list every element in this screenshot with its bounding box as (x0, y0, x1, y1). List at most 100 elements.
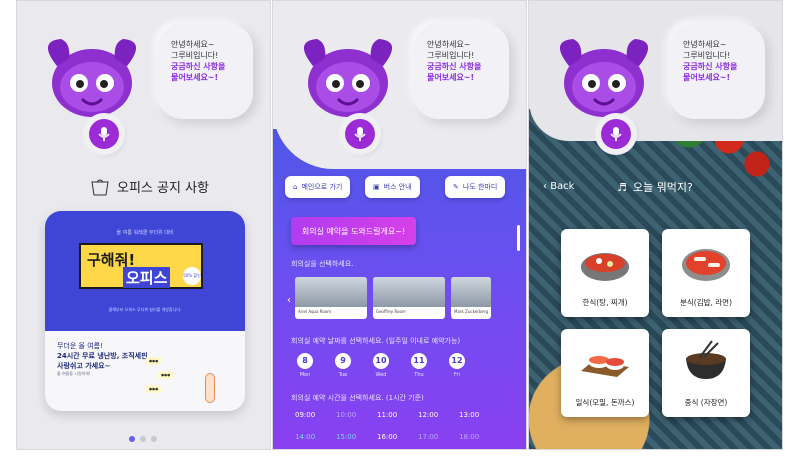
poster-chip: ●●● (157, 371, 175, 379)
day-option[interactable]: 12 Fri (449, 353, 465, 378)
day-picker: 8 Mon 9 Tue 10 Wed 11 Thu 12 Fri (297, 353, 465, 378)
poster-chip: ●●● (145, 357, 163, 365)
day-option[interactable]: 8 Mon (297, 353, 313, 378)
feedback-label: 나도 한마디 (462, 183, 498, 191)
stew-pot-icon (581, 253, 629, 281)
mic-button[interactable] (89, 119, 119, 149)
mic-button[interactable] (345, 119, 375, 149)
time-slot[interactable]: 09:00 (295, 411, 336, 419)
food-card-chinese[interactable]: 중식 (자장면) (662, 329, 750, 417)
poster-stamp: 50% 할인 (183, 267, 201, 285)
bus-info-button[interactable]: ▣ 버스 안내 (365, 176, 420, 198)
mic-icon (610, 127, 622, 141)
menu-question-text: 오늘 뭐먹지? (632, 181, 693, 194)
food-label: 중식 (자장면) (684, 398, 728, 407)
home-button[interactable]: ⌂ 메인으로 가기 (285, 176, 351, 198)
home-icon: ⌂ (293, 183, 298, 191)
time-slot[interactable]: 11:00 (377, 411, 418, 419)
notice-title: 오피스 공지 사항 (89, 177, 209, 196)
menu-question: ♬ 오늘 뭐먹지? (617, 179, 693, 195)
question-line: 물어보세요~! (427, 73, 475, 82)
room-card[interactable]: Ariel Aqua Room (295, 277, 367, 319)
bag-icon (91, 179, 109, 195)
chevron-left-icon[interactable]: ‹ (287, 295, 291, 306)
chevron-left-icon: ‹ (543, 181, 547, 192)
pager-dot[interactable] (140, 436, 146, 442)
room-name: Ariel Aqua Room (298, 309, 332, 314)
day-number: 9 (335, 353, 351, 369)
time-slot[interactable]: 16:00 (377, 433, 418, 441)
food-label: 한식(탕, 찌개) (582, 298, 628, 307)
mic-button[interactable] (601, 119, 631, 149)
groovy-mascot-icon (47, 39, 137, 117)
greeting-line: 안녕하세요~ (171, 40, 215, 49)
food-label: 일식(모밀, 돈까스) (575, 398, 635, 407)
pager-dot[interactable] (151, 436, 157, 442)
greeting-bubble: 안녕하세요~ 그루비입니다! 궁금하신 사항을 물어보세요~! (669, 23, 765, 119)
mic-icon (98, 127, 110, 141)
room-name: Geoffrey Room (376, 309, 406, 314)
meeting-room-cta[interactable]: 회의실 예약을 도와드릴게요~! (291, 217, 416, 245)
notice-poster[interactable]: 올 여름 워레클 무더위 대비 구해줘! 오피스 50% 할인 올해부터 오피스… (45, 211, 245, 411)
meeting-room-screen: 안녕하세요~ 그루비입니다! 궁금하신 사항을 물어보세요~! ⌂ 메인으로 가… (272, 0, 527, 450)
groovy-mascot-icon (303, 39, 393, 117)
time-slot[interactable]: 14:00 (295, 433, 336, 441)
carousel-pager (129, 436, 157, 442)
feedback-button[interactable]: ✎ 나도 한마디 (445, 176, 506, 198)
question-line: 물어보세요~! (683, 73, 731, 82)
food-card-korean[interactable]: 한식(탕, 찌개) (561, 229, 649, 317)
room-list: Ariel Aqua Room Geoffrey Room Mark Zucke… (295, 277, 491, 319)
groovy-mascot-icon (559, 39, 649, 117)
day-option[interactable]: 11 Thu (411, 353, 427, 378)
greeting-line: 그루비입니다! (171, 51, 219, 60)
room-card[interactable]: Mark Zuckerberg (451, 277, 491, 319)
time-slot[interactable]: 10:00 (336, 411, 377, 419)
food-card-snack[interactable]: 분식(김밥, 라면) (662, 229, 750, 317)
greeting-line: 그루비입니다! (683, 51, 731, 60)
notice-screen: 안녕하세요~ 그루비입니다! 궁금하신 사항을 물어보세요~! 오피스 공지 사… (16, 0, 271, 450)
time-slot[interactable]: 12:00 (418, 411, 459, 419)
greeting-line: 그루비입니다! (427, 51, 475, 60)
day-number: 10 (373, 353, 389, 369)
poster-small-text: 올 여름을 시원하게! (57, 371, 91, 376)
greeting-line: 안녕하세요~ (427, 40, 471, 49)
back-button[interactable]: ‹ Back (543, 181, 574, 192)
poster-body: 무더운 올 여름! 24시간 무료 냉난방, 조직세핀 사랑쉬고 가세요~ 올 … (57, 341, 148, 377)
greeting-bubble: 안녕하세요~ 그루비입니다! 궁금하신 사항을 물어보세요~! (413, 23, 509, 119)
menu-recommend-screen: 안녕하세요~ 그루비입니다! 궁금하신 사항을 물어보세요~! ‹ Back ♬… (528, 0, 783, 450)
bus-info-label: 버스 안내 (383, 183, 412, 191)
time-row: 09:00 10:00 11:00 12:00 13:00 (295, 411, 500, 419)
day-weekday: Tue (338, 372, 348, 378)
poster-header: 올 여름 워레클 무더위 대비 구해줘! 오피스 50% 할인 올해부터 오피스… (45, 211, 245, 331)
sushi-icon (581, 356, 629, 377)
room-photo (373, 277, 445, 307)
day-option[interactable]: 10 Wed (373, 353, 389, 378)
time-slot[interactable]: 15:00 (336, 433, 377, 441)
food-card-japanese[interactable]: 일식(모밀, 돈까스) (561, 329, 649, 417)
question-line: 물어보세요~! (171, 73, 219, 82)
time-slot[interactable]: 17:00 (418, 433, 459, 441)
noodle-bowl-icon (686, 340, 726, 379)
time-row: 14:00 15:00 16:00 17:00 18:00 (295, 433, 500, 441)
question-line: 궁금하신 사항을 (683, 62, 738, 71)
scrollbar[interactable] (517, 225, 520, 251)
room-section-label: 회의실을 선택하세요. (291, 260, 354, 268)
room-card[interactable]: Geoffrey Room (373, 277, 445, 319)
day-number: 8 (297, 353, 313, 369)
greeting-line: 안녕하세요~ (683, 40, 727, 49)
date-section-label: 회의실 예약 날짜를 선택하세요. (일주일 이내로 예약가능) (291, 337, 461, 345)
day-option[interactable]: 9 Tue (335, 353, 351, 378)
time-slot[interactable]: 13:00 (459, 411, 500, 419)
poster-headline: 오피스 (123, 267, 171, 288)
thermometer-icon (205, 373, 215, 403)
poster-chip: ●●● (145, 385, 163, 393)
bus-icon: ▣ (373, 183, 380, 191)
pager-dot[interactable] (129, 436, 135, 442)
mic-icon (354, 127, 366, 141)
greeting-bubble: 안녕하세요~ 그루비입니다! 궁금하신 사항을 물어보세요~! (157, 23, 253, 119)
day-number: 11 (411, 353, 427, 369)
time-slot[interactable]: 18:00 (459, 433, 500, 441)
room-photo (295, 277, 367, 307)
time-section-label: 회의실 예약 시간을 선택하세요. (1시간 기준) (291, 394, 424, 402)
home-button-label: 메인으로 가기 (301, 183, 343, 191)
